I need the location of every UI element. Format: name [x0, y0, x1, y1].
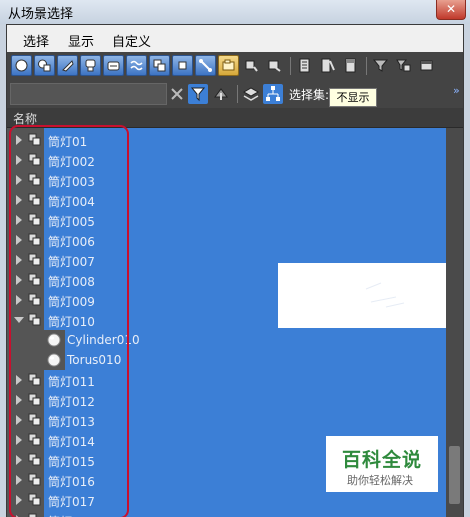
window-title: 从场景选择 — [8, 7, 74, 22]
blank-overlay-panel — [278, 263, 446, 328]
hierarchy-icon[interactable] — [263, 84, 283, 104]
hidden-icon[interactable] — [264, 55, 285, 76]
close-button[interactable]: ✕ — [436, 0, 466, 20]
cameras-icon[interactable] — [34, 55, 55, 76]
tooltip: 不显示 — [329, 88, 377, 107]
bones-icon[interactable] — [195, 55, 216, 76]
watermark-subtext: 助你轻松解决 — [347, 474, 413, 487]
filter-options-icon[interactable] — [393, 55, 414, 76]
menu-bar: 选择 显示 自定义 — [7, 25, 463, 52]
spacewarps-icon[interactable] — [126, 55, 147, 76]
vertical-scrollbar[interactable] — [446, 128, 463, 517]
selection-set-label: 选择集: — [289, 88, 330, 102]
xrefs-icon[interactable] — [172, 55, 193, 76]
toolbar — [7, 52, 463, 80]
containers-icon[interactable] — [218, 55, 239, 76]
filter-bar: 选择集: » — [7, 80, 463, 108]
layer-filter-icon[interactable] — [211, 84, 231, 104]
frozen-icon[interactable] — [241, 55, 262, 76]
collapse-icon[interactable] — [416, 55, 437, 76]
sphere-icon[interactable] — [11, 55, 32, 76]
filter-icon[interactable] — [370, 55, 391, 76]
annotation-highlight — [9, 125, 129, 517]
filter-separator — [237, 85, 238, 103]
groups-icon[interactable] — [149, 55, 170, 76]
clear-search-icon[interactable] — [167, 84, 187, 104]
invert-icon[interactable] — [340, 55, 361, 76]
watermark-logo-text: 百科全说 — [342, 449, 423, 471]
toolbar-separator — [290, 57, 291, 75]
search-input[interactable] — [10, 83, 167, 105]
watermark: 百科全说 助你轻松解决 — [326, 436, 438, 492]
lights-icon[interactable] — [57, 55, 78, 76]
filter-toggle-icon[interactable] — [188, 84, 208, 104]
layers-icon[interactable] — [241, 84, 261, 104]
helpers-icon[interactable] — [80, 55, 101, 76]
scrollbar-thumb[interactable] — [449, 446, 460, 504]
select-all-icon[interactable] — [317, 55, 338, 76]
more-options-icon[interactable]: » — [453, 84, 460, 97]
toolbar-separator — [366, 57, 367, 75]
list-icon[interactable] — [294, 55, 315, 76]
title-bar: 从场景选择 ✕ — [0, 0, 470, 24]
menu-customize[interactable]: 自定义 — [112, 31, 151, 50]
menu-display[interactable]: 显示 — [68, 31, 94, 50]
shapes-icon[interactable] — [103, 55, 124, 76]
menu-select[interactable]: 选择 — [23, 31, 49, 50]
